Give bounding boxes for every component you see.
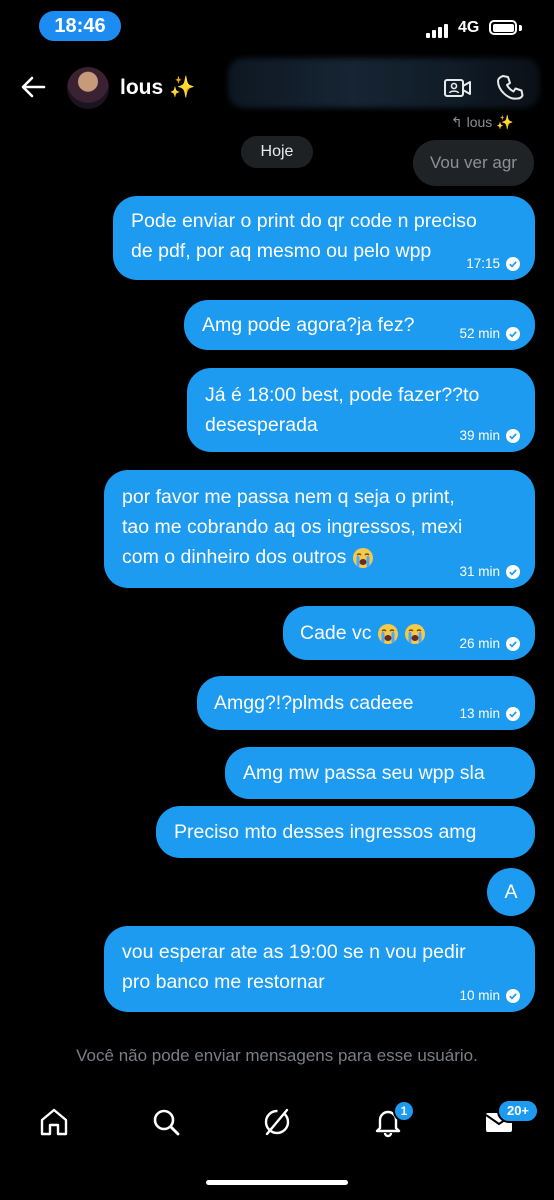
notifications-badge: 1 [393,1100,415,1122]
message-meta: 31 min [459,564,520,580]
blurred-region [228,58,540,108]
message-bubble[interactable]: Amg pode agora?ja fez? 52 min [184,300,535,350]
network-label: 4G [458,19,480,36]
message-time: 17:15 [466,256,500,271]
message-time: 26 min [459,636,500,651]
message-text: A [504,881,518,903]
composer-disabled-notice: Você não pode enviar mensagens para esse… [0,1020,554,1092]
message-text: Amg mw passa seu wpp sla [243,762,485,784]
quoted-message[interactable]: Vou ver agr [413,140,534,186]
home-icon[interactable] [38,1106,70,1138]
loudly-crying-emoji-icon [352,547,373,568]
read-check-icon [506,327,520,341]
search-icon[interactable] [150,1106,182,1138]
status-bar: 18:46 4G [0,0,554,56]
message-time: 39 min [459,428,500,443]
message-meta: 26 min [459,636,520,652]
message-time: 10 min [459,988,500,1003]
read-check-icon [506,429,520,443]
read-check-icon [506,707,520,721]
message-text-content: Cade vc [300,622,372,644]
message-bubble[interactable]: por favor me passa nem q seja o print, t… [104,470,535,588]
message-text: por favor me passa nem q seja o print, t… [122,482,517,572]
message-bubble[interactable]: vou esperar ate as 19:00 se n vou pedir … [104,926,535,1012]
message-text: Pode enviar o print do qr code n preciso… [131,210,477,262]
messages-badge: 20+ [497,1099,539,1123]
message-time: 52 min [459,326,500,341]
grok-icon[interactable] [261,1106,293,1138]
back-arrow-icon[interactable] [18,72,48,102]
message-bubble[interactable]: Pode enviar o print do qr code n preciso… [113,196,535,280]
message-bubble[interactable]: Já é 18:00 best, pode fazer??to desesper… [187,368,535,452]
read-check-icon [506,565,520,579]
message-bubble[interactable]: Amg mw passa seu wpp sla [225,747,535,799]
phone-call-icon[interactable] [497,73,525,101]
read-check-icon [506,257,520,271]
contact-name[interactable]: lous ✨ [120,76,195,100]
loudly-crying-emoji-icon [405,623,426,644]
battery-tip [519,25,522,31]
home-indicator [206,1180,348,1185]
message-meta: 13 min [459,706,520,722]
status-time: 18:46 [39,11,121,41]
signal-icon [426,24,452,38]
message-text: vou esperar ate as 19:00 se n vou pedir … [122,941,466,993]
message-text-content: por favor me passa nem q seja o print, t… [122,486,463,568]
message-bubble[interactable]: Amgg?!?plmds cadeee 13 min [197,676,535,730]
video-call-icon[interactable] [443,74,473,102]
message-time: 31 min [459,564,500,579]
read-check-icon [506,637,520,651]
battery-icon [489,20,517,35]
message-bubble[interactable]: Preciso mto desses ingressos amg [156,806,535,858]
message-bubble[interactable]: A [487,868,535,916]
avatar[interactable] [67,67,109,109]
message-meta: 52 min [459,326,520,342]
message-meta: 39 min [459,428,520,444]
message-bubble[interactable]: Cade vc 26 min [283,606,535,660]
chat-header: lous ✨ [0,56,554,120]
message-text: Preciso mto desses ingressos amg [174,821,477,843]
loudly-crying-emoji-icon [377,623,398,644]
message-meta: 10 min [459,988,520,1004]
reply-indicator: ↰ lous ✨ [451,114,514,130]
message-meta: 17:15 [466,256,520,272]
date-divider: Hoje [241,136,313,168]
read-check-icon [506,989,520,1003]
message-time: 13 min [459,706,500,721]
